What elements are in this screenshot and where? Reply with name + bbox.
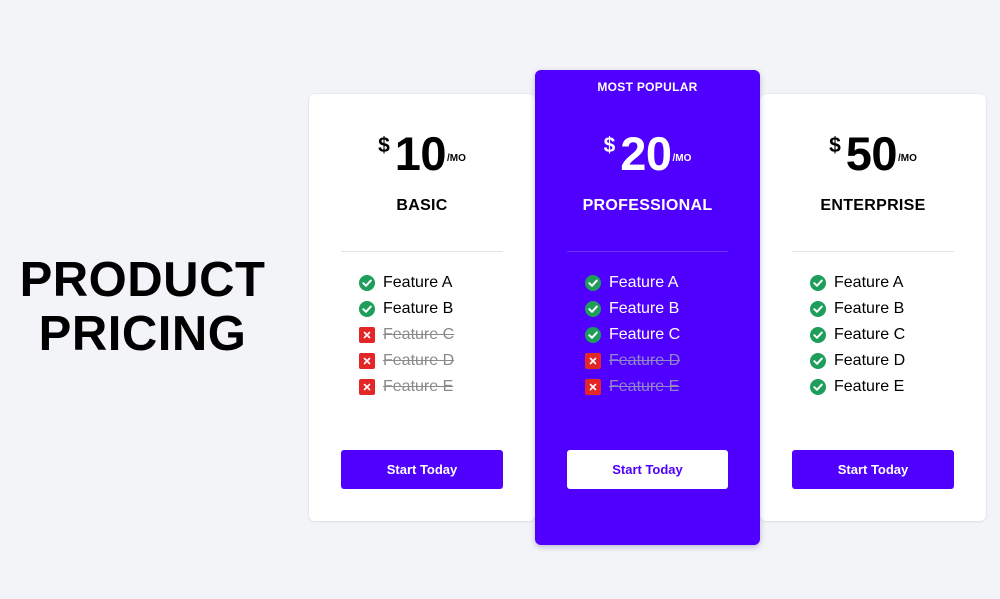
pricing-card-basic: $10/MO BASIC Feature A Feature B Feature C…	[309, 94, 535, 521]
feature-item: Feature E	[585, 374, 680, 400]
feature-label: Feature B	[834, 300, 905, 317]
check-icon	[810, 379, 826, 395]
feature-item: Feature D	[810, 348, 905, 374]
plan-name: ENTERPRISE	[820, 197, 926, 214]
start-today-button[interactable]: Start Today	[567, 450, 728, 489]
page-title-line1: PRODUCT	[19, 253, 266, 307]
price-period: /MO	[447, 153, 466, 164]
divider	[567, 251, 728, 252]
divider	[341, 251, 503, 252]
cross-icon	[585, 379, 601, 395]
feature-item: Feature D	[359, 348, 454, 374]
feature-label: Feature D	[609, 352, 681, 369]
cross-icon	[585, 353, 601, 369]
plan-price: $20/MO	[535, 128, 760, 184]
check-icon	[810, 353, 826, 369]
feature-label: Feature E	[609, 378, 680, 395]
feature-label: Feature B	[383, 300, 454, 317]
feature-list: Feature A Feature B Feature C Feature D Feat…	[359, 270, 454, 400]
check-icon	[810, 301, 826, 317]
feature-label: Feature C	[383, 326, 455, 343]
check-icon	[359, 275, 375, 291]
check-icon	[585, 301, 601, 317]
feature-item: Feature B	[810, 296, 905, 322]
feature-item: Feature C	[359, 322, 454, 348]
price-currency: $	[603, 134, 616, 157]
start-today-button[interactable]: Start Today	[792, 450, 954, 489]
feature-label: Feature C	[834, 326, 906, 343]
feature-label: Feature D	[383, 352, 455, 369]
cross-icon	[359, 379, 375, 395]
plan-name: BASIC	[396, 197, 448, 214]
feature-item: Feature B	[359, 296, 454, 322]
divider	[792, 251, 954, 252]
check-icon	[810, 275, 826, 291]
feature-label: Feature B	[609, 300, 680, 317]
page-title-line2: PRICING	[38, 307, 247, 361]
feature-label: Feature A	[834, 274, 904, 291]
feature-label: Feature D	[834, 352, 906, 369]
feature-item: Feature E	[359, 374, 454, 400]
feature-item: Feature D	[585, 348, 680, 374]
feature-label: Feature C	[609, 326, 681, 343]
price-period: /MO	[672, 153, 692, 164]
start-today-button[interactable]: Start Today	[341, 450, 503, 489]
check-icon	[585, 327, 601, 343]
cross-icon	[359, 353, 375, 369]
check-icon	[359, 301, 375, 317]
price-amount: 20	[620, 127, 672, 180]
feature-item: Feature C	[810, 322, 905, 348]
price-currency: $	[829, 134, 841, 157]
feature-item: Feature A	[585, 270, 680, 296]
feature-label: Feature A	[609, 274, 679, 291]
feature-item: Feature C	[585, 322, 680, 348]
feature-label: Feature E	[834, 378, 905, 395]
feature-item: Feature A	[810, 270, 905, 296]
plan-name: PROFESSIONAL	[582, 197, 713, 214]
pricing-card-enterprise: $50/MO ENTERPRISE Feature A Feature B Feat…	[760, 94, 986, 521]
feature-list: Feature A Feature B Feature C Feature D Feat…	[810, 270, 905, 400]
check-icon	[810, 327, 826, 343]
feature-item: Feature A	[359, 270, 454, 296]
feature-list: Feature A Feature B Feature C Feature D Feat…	[585, 270, 680, 400]
feature-label: Feature A	[383, 274, 453, 291]
price-amount: 10	[394, 127, 447, 180]
plan-price: $50/MO	[760, 128, 986, 184]
check-icon	[585, 275, 601, 291]
page-title: PRODUCT PRICING	[0, 253, 285, 361]
feature-label: Feature E	[383, 378, 454, 395]
most-popular-badge: MOST POPULAR	[597, 80, 698, 94]
plan-price: $10/MO	[309, 128, 535, 184]
feature-item: Feature E	[810, 374, 905, 400]
cross-icon	[359, 327, 375, 343]
pricing-card-professional: MOST POPULAR $20/MO PROFESSIONAL Feature…	[535, 70, 760, 545]
price-currency: $	[378, 134, 390, 157]
price-amount: 50	[845, 127, 898, 180]
feature-item: Feature B	[585, 296, 680, 322]
price-period: /MO	[898, 153, 917, 164]
